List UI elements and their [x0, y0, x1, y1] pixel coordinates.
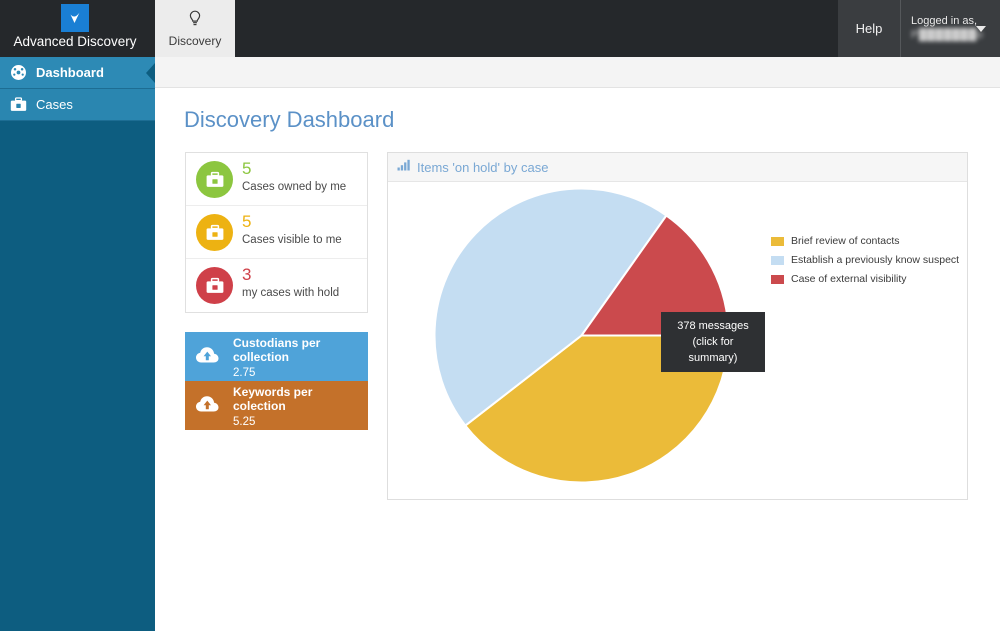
legend-swatch: [771, 255, 784, 265]
sidebar-item-cases[interactable]: Cases: [0, 89, 155, 121]
briefcase-icon: [196, 214, 233, 251]
brand[interactable]: Advanced Discovery: [0, 0, 150, 57]
chart-tooltip[interactable]: 378 messages (click for summary): [661, 312, 765, 372]
logged-in-as-label: Logged in as,: [911, 15, 978, 27]
sidebar-item-dashboard-label: Dashboard: [36, 65, 104, 80]
app-logo-icon: [61, 4, 89, 32]
stat-row[interactable]: 3 my cases with hold: [186, 259, 367, 312]
active-indicator-arrow-icon: [146, 63, 155, 83]
chart-body: Brief review of contacts Establish a pre…: [388, 182, 967, 499]
user-menu[interactable]: Logged in as, P███████o: [900, 0, 1000, 57]
legend-swatch: [771, 274, 784, 284]
main-content: Discovery Dashboard 5 Cases owned by me: [155, 57, 1000, 631]
app-window: Advanced Discovery Discovery Help Logged…: [0, 0, 1000, 631]
sidebar: Dashboard Cases: [0, 57, 155, 631]
briefcase-icon: [196, 161, 233, 198]
tooltip-line-1: 378 messages: [677, 320, 749, 332]
chevron-down-icon: [976, 26, 986, 32]
tile-keywords-per-collection[interactable]: Keywords per colection 5.25: [185, 381, 368, 430]
tile-title: Custodians per collection: [233, 336, 321, 364]
legend-item[interactable]: Case of external visibility: [771, 273, 959, 285]
tile-title: Keywords per colection: [233, 385, 313, 413]
tooltip-line-2: (click for summary): [688, 336, 738, 364]
stat-value: 5: [242, 159, 252, 178]
chart-legend: Brief review of contacts Establish a pre…: [771, 235, 959, 292]
stat-value: 5: [242, 212, 252, 231]
briefcase-icon: [10, 97, 30, 112]
dashboard-gauge-icon: [10, 64, 30, 81]
lightbulb-icon: [188, 10, 202, 32]
bar-chart-icon: [397, 158, 411, 176]
stat-value: 3: [242, 265, 252, 284]
help-label: Help: [855, 21, 883, 36]
legend-label: Case of external visibility: [791, 273, 907, 285]
tile-value: 2.75: [233, 367, 256, 379]
stat-caption: my cases with hold: [242, 287, 340, 299]
brand-name: Advanced Discovery: [13, 34, 137, 49]
cloud-upload-icon: [195, 345, 221, 370]
stat-row[interactable]: 5 Cases owned by me: [186, 153, 367, 206]
chart-panel-header: Items 'on hold' by case: [388, 153, 967, 182]
tab-discovery-label: Discovery: [168, 33, 222, 48]
legend-swatch: [771, 236, 784, 246]
legend-item[interactable]: Establish a previously know suspect: [771, 254, 959, 266]
page-title: Discovery Dashboard: [184, 107, 395, 132]
legend-item[interactable]: Brief review of contacts: [771, 235, 959, 247]
chart-title: Items 'on hold' by case: [417, 159, 549, 175]
help-button[interactable]: Help: [838, 0, 900, 57]
tab-discovery[interactable]: Discovery: [155, 0, 235, 57]
metric-tile-list: Custodians per collection 2.75 Keywords …: [185, 332, 368, 430]
stat-row[interactable]: 5 Cases visible to me: [186, 206, 367, 259]
sidebar-item-dashboard[interactable]: Dashboard: [0, 57, 155, 89]
chart-panel: Items 'on hold' by case Brief review of …: [387, 152, 968, 500]
top-bar: Advanced Discovery Discovery Help Logged…: [0, 0, 1000, 57]
stat-card-list: 5 Cases owned by me 5 Cases visible to m…: [185, 152, 368, 313]
cloud-upload-icon: [195, 394, 221, 419]
briefcase-icon: [196, 267, 233, 304]
sidebar-item-cases-label: Cases: [36, 97, 73, 112]
tile-custodians-per-collection[interactable]: Custodians per collection 2.75: [185, 332, 368, 381]
sub-toolbar: [155, 57, 1000, 88]
legend-label: Brief review of contacts: [791, 235, 900, 247]
stat-caption: Cases visible to me: [242, 234, 342, 246]
tile-value: 5.25: [233, 416, 256, 428]
user-name: P███████o: [911, 29, 984, 41]
legend-label: Establish a previously know suspect: [791, 254, 960, 266]
stat-caption: Cases owned by me: [242, 181, 347, 193]
